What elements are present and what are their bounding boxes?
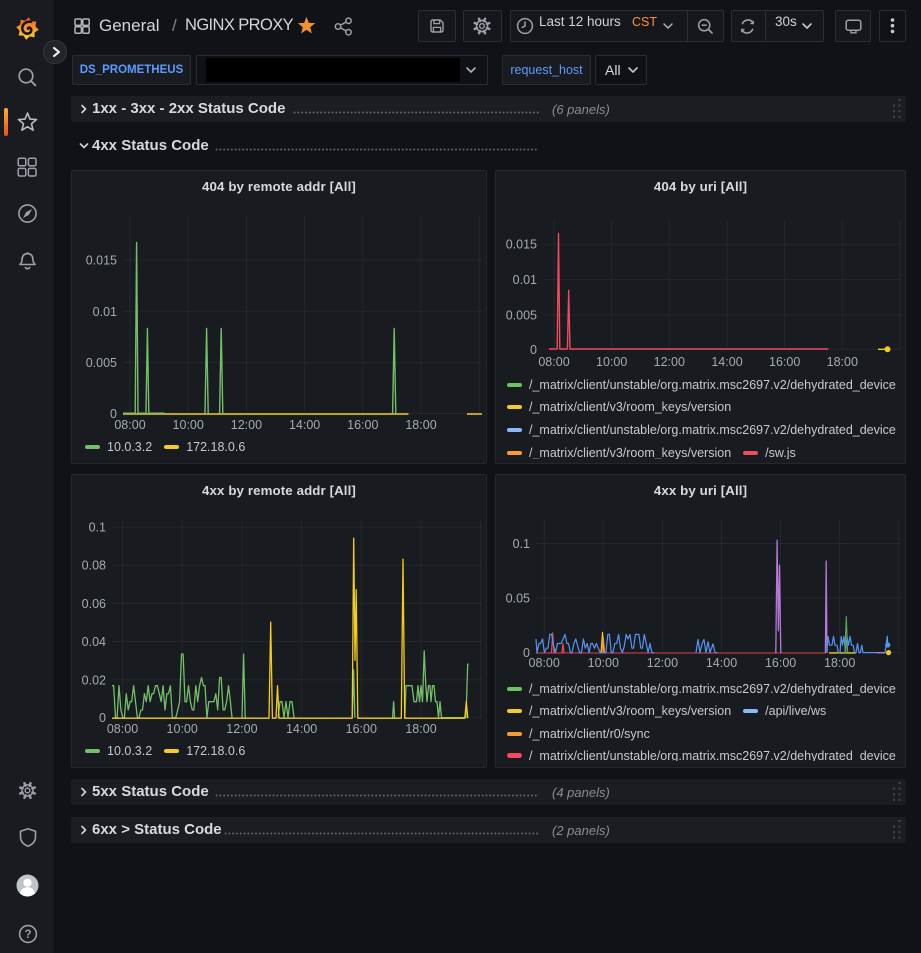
svg-text:0.015: 0.015 — [506, 238, 537, 252]
svg-text:16:00: 16:00 — [765, 656, 796, 670]
svg-text:08:00: 08:00 — [114, 418, 145, 432]
svg-text:0.1: 0.1 — [513, 537, 530, 551]
svg-text:12:00: 12:00 — [647, 656, 678, 670]
svg-text:0.04: 0.04 — [82, 635, 106, 649]
svg-text:0.01: 0.01 — [93, 305, 117, 319]
svg-text:0.005: 0.005 — [86, 356, 117, 370]
svg-text:0.02: 0.02 — [82, 673, 106, 687]
svg-text:?: ? — [24, 929, 31, 941]
svg-text:10:00: 10:00 — [588, 656, 619, 670]
svg-text:08:00: 08:00 — [529, 656, 560, 670]
svg-text:10:00: 10:00 — [173, 418, 204, 432]
svg-text:14:00: 14:00 — [706, 656, 737, 670]
svg-text:16:00: 16:00 — [769, 355, 800, 369]
svg-text:0: 0 — [99, 711, 106, 725]
svg-text:0.1: 0.1 — [89, 521, 106, 535]
svg-text:0.08: 0.08 — [82, 559, 106, 573]
svg-text:12:00: 12:00 — [231, 418, 262, 432]
svg-text:12:00: 12:00 — [654, 355, 685, 369]
svg-text:0.06: 0.06 — [82, 597, 106, 611]
svg-text:0: 0 — [530, 343, 537, 357]
svg-text:18:00: 18:00 — [824, 656, 855, 670]
svg-text:16:00: 16:00 — [347, 418, 378, 432]
svg-text:18:00: 18:00 — [405, 418, 436, 432]
svg-text:18:00: 18:00 — [405, 722, 436, 736]
svg-text:10:00: 10:00 — [167, 722, 198, 736]
svg-text:08:00: 08:00 — [107, 722, 138, 736]
svg-text:08:00: 08:00 — [538, 355, 569, 369]
svg-text:12:00: 12:00 — [226, 722, 257, 736]
svg-text:10:00: 10:00 — [596, 355, 627, 369]
svg-text:0.05: 0.05 — [506, 592, 530, 606]
svg-text:16:00: 16:00 — [346, 722, 377, 736]
svg-text:14:00: 14:00 — [289, 418, 320, 432]
svg-text:0.01: 0.01 — [513, 273, 537, 287]
svg-text:0.005: 0.005 — [506, 308, 537, 322]
svg-text:14:00: 14:00 — [286, 722, 317, 736]
svg-text:14:00: 14:00 — [711, 355, 742, 369]
svg-text:0.015: 0.015 — [86, 254, 117, 268]
svg-text:18:00: 18:00 — [827, 355, 858, 369]
